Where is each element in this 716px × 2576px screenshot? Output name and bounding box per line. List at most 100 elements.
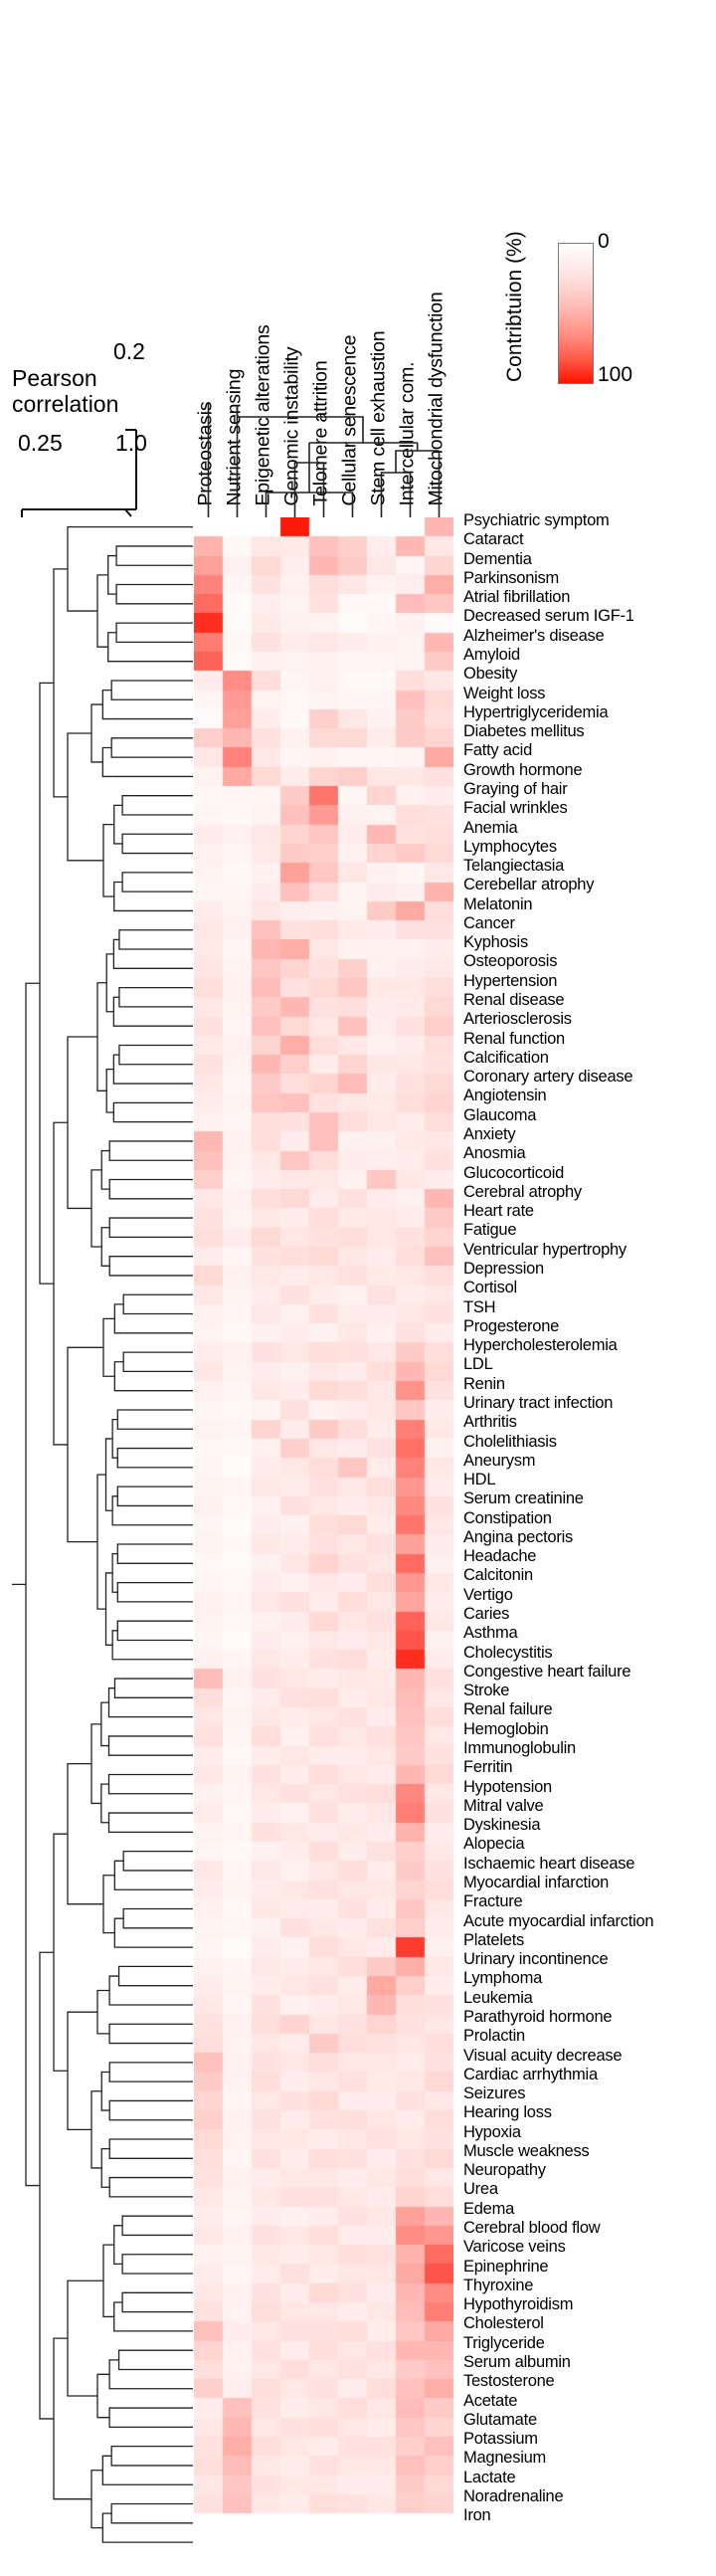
colorbar-gradient	[558, 243, 594, 384]
row-label-17: Lymphocytes	[463, 837, 557, 856]
row-label-29: Coronary artery disease	[463, 1068, 633, 1087]
row-label-96: Serum albumin	[463, 2353, 571, 2371]
pearson-axis-high: 1.0	[115, 430, 147, 456]
row-label-28: Calcification	[463, 1048, 549, 1067]
pearson-axis-low: 0.25	[18, 430, 63, 456]
pearson-label-line1: Pearson	[12, 365, 97, 391]
row-label-9: Weight loss	[463, 684, 546, 702]
colorbar-legend: Contribtuion (%) 0 100	[497, 139, 711, 428]
row-label-53: Angina pectoris	[463, 1527, 573, 1546]
row-label-66: Hypotension	[463, 1777, 552, 1796]
heatmap-figure: Proteostasis Nutrient sensing Epigenetic a…	[0, 0, 716, 2576]
row-label-77: Leukemia	[463, 1988, 533, 2007]
row-label-47: Arthritis	[463, 1413, 517, 1432]
row-label-14: Graying of hair	[463, 779, 568, 798]
row-label-74: Platelets	[463, 1930, 525, 1949]
row-label-91: Epinephrine	[463, 2257, 549, 2276]
row-label-24: Hypertension	[463, 971, 558, 990]
row-label-32: Anxiety	[463, 1125, 516, 1143]
pearson-top-tick: 0.2	[113, 338, 145, 364]
row-label-6: Alzheimer's disease	[463, 626, 605, 645]
row-label-68: Dyskinesia	[463, 1816, 541, 1835]
row-label-90: Varicose veins	[463, 2238, 566, 2257]
row-label-71: Myocardial infarction	[463, 1873, 610, 1891]
row-label-61: Stroke	[463, 1682, 510, 1700]
row-label-104: Iron	[463, 2506, 491, 2525]
colorbar-title: Contribtuion (%)	[503, 231, 526, 382]
row-label-2: Dementia	[463, 549, 532, 568]
row-label-48: Cholelithiasis	[463, 1432, 557, 1451]
row-label-15: Facial wrinkles	[463, 799, 568, 818]
row-label-100: Potassium	[463, 2430, 538, 2449]
row-label-83: Hearing loss	[463, 2103, 552, 2122]
row-label-95: Triglyceride	[463, 2333, 545, 2352]
row-label-72: Fracture	[463, 1892, 523, 1911]
row-label-94: Cholesterol	[463, 2314, 544, 2333]
row-label-59: Cholecystitis	[463, 1643, 553, 1662]
row-label-101: Magnesium	[463, 2449, 547, 2468]
row-label-27: Renal function	[463, 1029, 565, 1048]
row-label-87: Urea	[463, 2180, 498, 2199]
row-label-63: Hemoglobin	[463, 1719, 549, 1738]
row-label-46: Urinary tract infection	[463, 1393, 614, 1412]
row-label-20: Melatonin	[463, 894, 533, 913]
row-label-99: Glutamate	[463, 2410, 537, 2429]
row-label-93: Hypothyroidism	[463, 2295, 574, 2314]
row-label-22: Kyphosis	[463, 933, 528, 952]
row-label-44: LDL	[463, 1355, 493, 1374]
row-label-78: Parathyroid hormone	[463, 2007, 613, 2026]
row-label-50: HDL	[463, 1471, 496, 1489]
row-label-56: Vertigo	[463, 1585, 513, 1604]
pearson-label: Pearson correlation	[12, 365, 119, 418]
row-label-40: Cortisol	[463, 1279, 517, 1297]
row-label-49: Aneurysm	[463, 1451, 536, 1470]
row-label-84: Hypoxia	[463, 2122, 521, 2141]
row-label-85: Muscle weakness	[463, 2141, 590, 2160]
row-label-69: Alopecia	[463, 1835, 525, 1854]
row-label-39: Depression	[463, 1259, 544, 1278]
row-label-86: Neuropathy	[463, 2161, 546, 2180]
column-dendrogram	[207, 403, 441, 517]
row-label-34: Glucocorticoid	[463, 1163, 565, 1182]
row-label-80: Visual acuity decrease	[463, 2046, 623, 2065]
heatmap-canvas	[194, 517, 453, 2547]
row-label-42: Progesterone	[463, 1316, 560, 1335]
row-label-45: Renin	[463, 1374, 505, 1393]
heatmap-grid	[194, 517, 453, 2552]
row-label-19: Cerebellar atrophy	[463, 876, 595, 894]
row-label-60: Congestive heart failure	[463, 1662, 631, 1681]
row-label-65: Ferritin	[463, 1758, 513, 1777]
row-label-10: Hypertriglyceridemia	[463, 702, 609, 721]
row-label-81: Cardiac arrhythmia	[463, 2065, 598, 2083]
row-label-23: Osteoporosis	[463, 952, 558, 971]
row-label-13: Growth hormone	[463, 760, 583, 779]
row-label-5: Decreased serum IGF-1	[463, 607, 634, 626]
row-label-51: Serum creatinine	[463, 1489, 584, 1508]
row-label-73: Acute myocardial infarction	[463, 1911, 654, 1930]
row-label-37: Fatigue	[463, 1221, 517, 1240]
row-label-31: Glaucoma	[463, 1105, 537, 1124]
row-label-57: Caries	[463, 1605, 510, 1624]
row-label-35: Cerebral atrophy	[463, 1182, 582, 1201]
pearson-scale: 0.2 Pearson correlation 0.25 1.0	[4, 338, 193, 502]
row-label-7: Amyloid	[463, 645, 520, 664]
row-label-75: Urinary incontinence	[463, 1950, 609, 1969]
row-label-21: Cancer	[463, 913, 515, 932]
row-label-62: Renal failure	[463, 1700, 553, 1719]
row-label-52: Constipation	[463, 1508, 552, 1527]
row-label-55: Calcitonin	[463, 1566, 533, 1585]
row-label-12: Fatty acid	[463, 741, 533, 760]
colorbar-max-label: 0	[598, 230, 610, 253]
row-label-25: Renal disease	[463, 991, 565, 1010]
row-label-30: Angiotensin	[463, 1087, 547, 1105]
row-label-18: Telangiectasia	[463, 857, 565, 876]
row-label-64: Immunoglobulin	[463, 1739, 576, 1757]
row-label-11: Diabetes mellitus	[463, 722, 585, 741]
pearson-label-line2: correlation	[12, 390, 119, 417]
row-label-4: Atrial fibrillation	[463, 588, 571, 607]
row-label-33: Anosmia	[463, 1144, 526, 1163]
row-label-89: Cerebral blood flow	[463, 2219, 601, 2238]
row-label-98: Acetate	[463, 2391, 518, 2410]
row-label-70: Ischaemic heart disease	[463, 1854, 635, 1873]
row-label-97: Testosterone	[463, 2372, 555, 2391]
